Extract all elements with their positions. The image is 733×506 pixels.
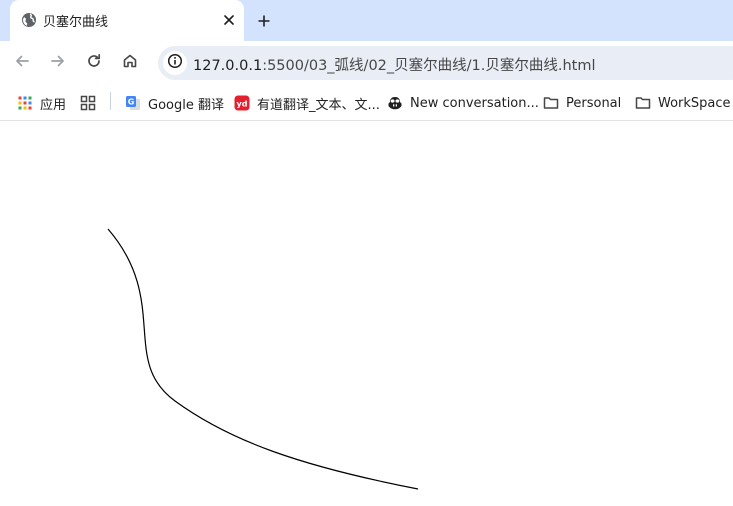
bookmarks-separator — [110, 92, 111, 110]
back-button[interactable] — [10, 51, 34, 75]
google-translate-icon: G — [125, 95, 141, 111]
bookmark-youdao[interactable]: yd 有道翻译_文本、文... — [234, 92, 380, 114]
folder-icon — [543, 95, 559, 111]
bezier-curve — [107, 228, 419, 490]
apps-grid-icon — [17, 95, 33, 111]
tab-groups-icon — [80, 95, 96, 111]
tab-strip: 贝塞尔曲线 — [0, 0, 733, 41]
bezier-canvas — [107, 228, 419, 490]
forward-button[interactable] — [46, 51, 70, 75]
info-icon — [167, 53, 183, 73]
globe-icon — [21, 12, 37, 28]
reload-button[interactable] — [82, 51, 106, 75]
close-icon[interactable] — [218, 9, 240, 31]
browser-window: 贝塞尔曲线 127.0.0.1:5500/03_弧线/02_贝塞尔曲线/1.贝塞… — [0, 0, 733, 506]
bookmark-google-translate[interactable]: G Google 翻译 — [125, 92, 224, 114]
address-bar[interactable]: 127.0.0.1:5500/03_弧线/02_贝塞尔曲线/1.贝塞尔曲线.ht… — [158, 46, 733, 80]
bookmark-label: WorkSpace — [658, 95, 731, 111]
bookmark-label: New conversation... — [410, 95, 539, 111]
page-content — [0, 121, 733, 506]
toolbar: 127.0.0.1:5500/03_弧线/02_贝塞尔曲线/1.贝塞尔曲线.ht… — [0, 41, 733, 86]
youdao-icon: yd — [234, 95, 250, 111]
home-button[interactable] — [118, 51, 142, 75]
new-tab-button[interactable] — [252, 9, 276, 33]
svg-text:G: G — [128, 98, 135, 107]
bookmark-label: 有道翻译_文本、文... — [257, 97, 380, 113]
arrow-left-icon — [14, 53, 30, 73]
url-path: :5500/03_弧线/02_贝塞尔曲线/1.贝塞尔曲线.html — [262, 58, 596, 74]
copilot-icon — [387, 95, 403, 111]
bookmark-folder-personal[interactable]: Personal — [543, 92, 621, 114]
reload-icon — [86, 53, 102, 73]
url-text[interactable]: 127.0.0.1:5500/03_弧线/02_贝塞尔曲线/1.贝塞尔曲线.ht… — [193, 54, 596, 75]
folder-icon — [635, 95, 651, 111]
arrow-right-icon — [50, 53, 66, 73]
bookmark-apps[interactable]: 应用 — [17, 92, 66, 114]
bookmark-label: Google 翻译 — [148, 97, 224, 113]
bookmark-new-conversation[interactable]: New conversation... — [387, 92, 539, 114]
home-icon — [122, 53, 138, 73]
bookmark-folder-workspace[interactable]: WorkSpace — [635, 92, 731, 114]
plus-icon — [258, 12, 270, 31]
tab-title: 贝塞尔曲线 — [43, 15, 109, 30]
tab-bezier-curve[interactable]: 贝塞尔曲线 — [10, 0, 244, 41]
site-info-button[interactable] — [163, 51, 187, 75]
bookmark-tab-groups[interactable] — [80, 92, 103, 114]
svg-text:yd: yd — [237, 100, 248, 109]
bookmark-label: Personal — [566, 95, 622, 111]
url-host: 127.0.0.1 — [193, 58, 263, 74]
bookmark-label: 应用 — [40, 97, 67, 113]
